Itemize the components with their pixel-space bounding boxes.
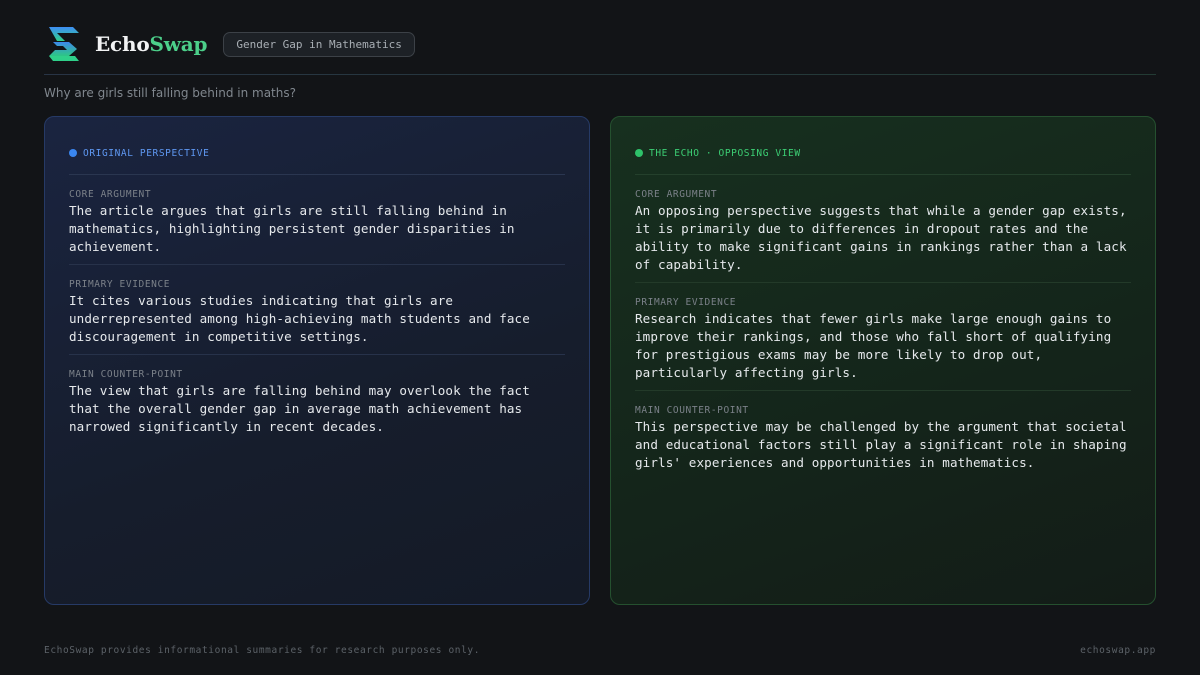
section-title: PRIMARY EVIDENCE: [69, 279, 171, 290]
echo-opposing-panel: THE ECHO · OPPOSING VIEW CORE ARGUMENT A…: [610, 116, 1156, 605]
echo-panel-header: THE ECHO · OPPOSING VIEW: [635, 147, 1131, 159]
echo-main-counter-point: MAIN COUNTER-POINT This perspective may …: [635, 391, 1131, 480]
section-body: The view that girls are falling behind m…: [69, 383, 530, 434]
original-main-counter-point: MAIN COUNTER-POINT The view that girls a…: [69, 355, 565, 444]
original-core-argument: CORE ARGUMENT The article argues that gi…: [69, 175, 565, 264]
green-dot-icon: [635, 149, 643, 157]
echo-core-argument: CORE ARGUMENT An opposing perspective su…: [635, 175, 1131, 282]
source-question: Why are girls still falling behind in ma…: [44, 86, 296, 100]
header-divider: [44, 74, 1156, 75]
app-header: EchoSwap Gender Gap in Mathematics: [44, 24, 1156, 64]
echoswap-logo-icon[interactable]: [47, 25, 81, 63]
original-primary-evidence: PRIMARY EVIDENCE It cites various studie…: [69, 265, 565, 354]
topic-badge: Gender Gap in Mathematics: [223, 31, 415, 57]
original-panel-label: ORIGINAL PERSPECTIVE: [83, 147, 210, 159]
brand-name[interactable]: EchoSwap: [95, 32, 208, 56]
echo-panel-label: THE ECHO · OPPOSING VIEW: [649, 147, 801, 159]
footer-disclaimer: EchoSwap provides informational summarie…: [44, 645, 481, 656]
section-title: MAIN COUNTER-POINT: [69, 369, 183, 380]
brand-name-part2: Swap: [149, 32, 208, 56]
original-perspective-panel: ORIGINAL PERSPECTIVE CORE ARGUMENT The a…: [44, 116, 590, 605]
section-title: PRIMARY EVIDENCE: [635, 297, 737, 308]
blue-dot-icon: [69, 149, 77, 157]
section-body: This perspective may be challenged by th…: [635, 419, 1127, 470]
section-title: MAIN COUNTER-POINT: [635, 405, 749, 416]
section-title: CORE ARGUMENT: [635, 189, 718, 200]
echo-primary-evidence: PRIMARY EVIDENCE Research indicates that…: [635, 283, 1131, 390]
footer-link[interactable]: echoswap.app: [1080, 645, 1156, 656]
section-body: The article argues that girls are still …: [69, 203, 515, 254]
brand-name-part1: Echo: [95, 32, 150, 56]
original-panel-header: ORIGINAL PERSPECTIVE: [69, 147, 565, 159]
section-body: It cites various studies indicating that…: [69, 293, 530, 344]
section-body: Research indicates that fewer girls make…: [635, 311, 1112, 380]
section-body: An opposing perspective suggests that wh…: [635, 203, 1127, 272]
section-title: CORE ARGUMENT: [69, 189, 152, 200]
